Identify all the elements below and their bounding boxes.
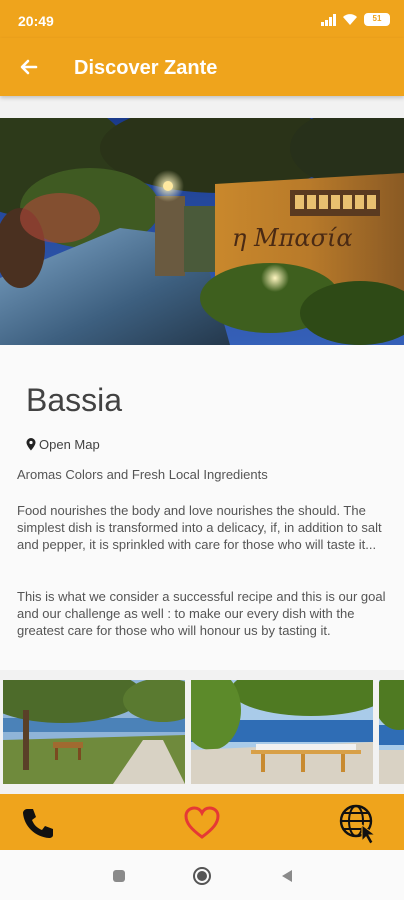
place-description-2: This is what we consider a successful re… [17, 589, 386, 638]
gallery-photo[interactable] [379, 680, 404, 784]
call-button[interactable] [18, 803, 58, 843]
heart-icon [184, 806, 220, 839]
open-map-label: Open Map [39, 437, 100, 452]
app-title: Discover Zante [74, 57, 218, 79]
map-pin-icon [26, 438, 36, 451]
status-bar: 20:49 51 [0, 0, 404, 38]
place-details: Bassia Open Map Aromas Colors and Fresh … [0, 345, 404, 670]
wifi-icon [343, 14, 357, 25]
gallery-photo[interactable] [191, 680, 373, 784]
square-icon [113, 870, 125, 882]
home-circle-icon [193, 867, 211, 885]
photo-gallery[interactable] [0, 670, 404, 794]
back-nav-button[interactable] [280, 868, 294, 889]
arrow-left-icon [20, 59, 38, 75]
bottom-action-bar [0, 794, 404, 850]
home-button[interactable] [192, 866, 212, 891]
phone-icon [23, 809, 53, 838]
hero-image: η Μπασία [0, 118, 404, 345]
gallery-photo[interactable] [3, 680, 185, 784]
triangle-back-icon [282, 870, 292, 882]
battery-icon: 51 [364, 13, 390, 26]
back-button[interactable] [14, 52, 44, 82]
system-nav-bar [0, 850, 404, 900]
favorite-button[interactable] [182, 803, 222, 843]
globe-click-icon [339, 804, 377, 845]
signal-icon [321, 13, 336, 26]
place-description-1: Food nourishes the body and love nourish… [17, 503, 382, 552]
status-time: 20:49 [18, 13, 54, 29]
app-bar: Discover Zante [0, 38, 404, 96]
open-map-link[interactable]: Open Map [26, 437, 100, 452]
website-button[interactable] [338, 803, 378, 845]
place-name: Bassia [26, 382, 123, 418]
place-tagline: Aromas Colors and Fresh Local Ingredient… [17, 467, 268, 482]
hero-sign-text: η Μπασία [232, 224, 353, 252]
status-icons: 51 [321, 13, 390, 26]
recent-apps-button[interactable] [112, 869, 126, 888]
